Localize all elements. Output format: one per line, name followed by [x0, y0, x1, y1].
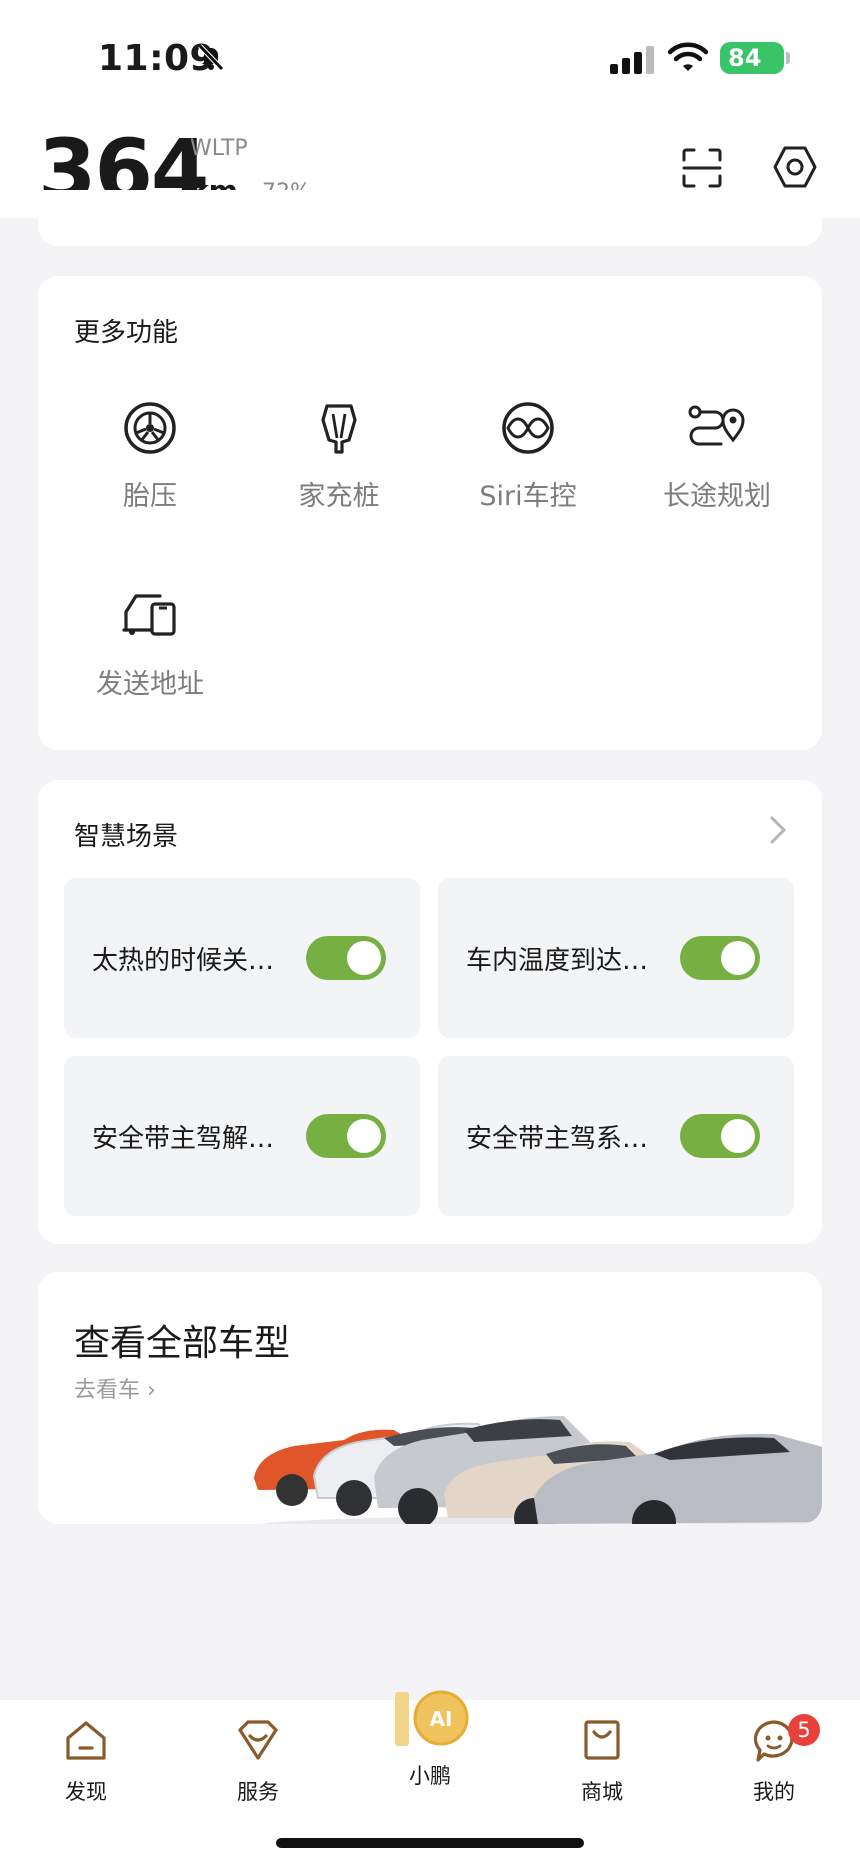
cellular-signal-icon [610, 46, 654, 74]
car-lineup-image [254, 1416, 822, 1524]
service-heart-icon [238, 1720, 278, 1760]
toggle-knob [347, 1119, 381, 1153]
feature-label: 发送地址 [96, 669, 204, 700]
scene-tile[interactable]: 安全带主驾解… [64, 1056, 420, 1216]
tab-me[interactable]: 5 我的 [714, 1714, 834, 1806]
siri-icon [502, 402, 554, 454]
tab-discover[interactable]: 发现 [26, 1718, 146, 1806]
tab-xiaopeng[interactable]: AI 小鹏 [370, 1690, 490, 1790]
scene-name: 太热的时候关… [92, 946, 275, 976]
feature-home-charger[interactable]: 家充桩 [244, 400, 434, 513]
scene-name: 安全带主驾系… [466, 1124, 649, 1154]
more-features-card: 更多功能 胎压 家充桩 Siri车控 长途规划 发送地址 [38, 276, 822, 750]
feature-send-address[interactable]: 发送地址 [55, 588, 245, 701]
tab-label: 商城 [581, 1780, 623, 1804]
tab-mall[interactable]: 商城 [542, 1718, 662, 1806]
charger-icon [321, 404, 357, 454]
home-indicator[interactable] [276, 1838, 584, 1848]
tab-label: 服务 [237, 1780, 279, 1804]
range-standard: WLTP [190, 136, 248, 161]
battery-tail [786, 52, 790, 64]
battery-level: 84 [728, 44, 762, 72]
home-icon [66, 1721, 106, 1760]
send-address-icon [122, 594, 176, 636]
bell-muted-icon [198, 44, 224, 71]
scan-icon[interactable] [680, 146, 724, 190]
feature-label: 家充桩 [298, 481, 380, 512]
battery-indicator: 84 [720, 42, 790, 74]
feature-tire-pressure[interactable]: 胎压 [55, 400, 245, 513]
scene-toggle[interactable] [680, 1114, 760, 1158]
route-icon [688, 405, 745, 446]
notification-badge: 5 [788, 1714, 820, 1746]
go-see-cars-link[interactable]: 去看车 › [74, 1372, 156, 1404]
all-models-card[interactable]: 查看全部车型 去看车 › [38, 1272, 822, 1524]
toggle-knob [347, 941, 381, 975]
feature-siri-control[interactable]: Siri车控 [433, 400, 623, 513]
feature-label: Siri车控 [479, 481, 577, 512]
scene-toggle[interactable] [306, 1114, 386, 1158]
toggle-knob [721, 1119, 755, 1153]
scene-tile[interactable]: 安全带主驾系… [438, 1056, 794, 1216]
wifi-icon [668, 42, 708, 71]
scene-name: 车内温度到达… [466, 946, 649, 976]
ai-assistant-icon: AI [395, 1690, 469, 1746]
smart-scenes-card: 智慧场景 太热的时候关… 车内温度到达… 安全带主驾解… 安全带主驾系… [38, 780, 822, 1244]
tire-icon [124, 402, 176, 454]
settings-icon[interactable] [772, 144, 818, 190]
previous-card-bottom [38, 190, 822, 246]
chevron-right-icon[interactable] [768, 814, 788, 846]
scene-name: 安全带主驾解… [92, 1124, 275, 1154]
scene-tile[interactable]: 太热的时候关… [64, 878, 420, 1038]
toggle-knob [721, 941, 755, 975]
status-bar: 11:09 84 [0, 0, 860, 110]
feature-label: 胎压 [123, 481, 177, 512]
shopping-bag-icon [584, 1720, 620, 1760]
smart-scenes-title: 智慧场景 [74, 822, 179, 852]
tab-label: 发现 [65, 1780, 107, 1804]
scene-toggle[interactable] [306, 936, 386, 980]
tab-label: 小鹏 [409, 1764, 451, 1788]
feature-label: 长途规划 [663, 481, 771, 512]
tab-service[interactable]: 服务 [198, 1718, 318, 1806]
scene-tile[interactable]: 车内温度到达… [438, 878, 794, 1038]
svg-text:AI: AI [430, 1707, 453, 1731]
more-features-title: 更多功能 [74, 318, 179, 348]
feature-long-trip[interactable]: 长途规划 [622, 400, 812, 513]
scene-toggle[interactable] [680, 936, 760, 980]
tab-label: 我的 [753, 1780, 795, 1804]
